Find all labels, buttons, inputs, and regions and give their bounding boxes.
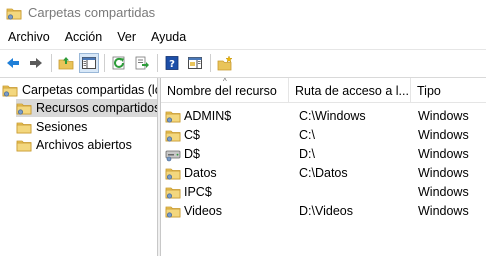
toolbar-separator: [210, 54, 211, 72]
up-one-level-button[interactable]: [56, 53, 76, 73]
column-header-ruta[interactable]: Ruta de acceso a l...: [289, 78, 411, 103]
tree-item-sesiones[interactable]: Sesiones: [16, 118, 87, 136]
shared-folder-icon: [165, 184, 181, 200]
show-hide-console-tree-icon: [81, 55, 97, 71]
toolbar-separator: [51, 54, 52, 72]
share-type: Windows: [418, 184, 469, 199]
share-name: Datos: [184, 165, 217, 180]
help-button[interactable]: ?: [162, 53, 182, 73]
menu-bar: Archivo Acción Ver Ayuda: [0, 26, 486, 48]
share-type: Windows: [418, 146, 469, 161]
new-share-button[interactable]: [215, 53, 235, 73]
toolbar: ?: [0, 49, 486, 76]
share-name: C$: [184, 127, 200, 142]
menu-ver[interactable]: Ver: [111, 30, 142, 44]
list-row[interactable]: C$ C:\ Windows: [161, 125, 486, 144]
tree-item-label: Carpetas compartidas (lo: [22, 83, 157, 97]
column-header-label: Tipo: [417, 83, 441, 98]
column-header-nombre[interactable]: ^ Nombre del recurso: [161, 78, 289, 103]
content-area: Carpetas compartidas (lo Recursos compar…: [0, 77, 486, 256]
list-row[interactable]: IPC$ Windows: [161, 182, 486, 201]
menu-ayuda[interactable]: Ayuda: [145, 30, 192, 44]
shared-folders-icon: [2, 82, 18, 98]
back-arrow-icon: [5, 55, 21, 71]
back-button[interactable]: [3, 53, 23, 73]
tree-item-root[interactable]: Carpetas compartidas (lo: [2, 81, 157, 99]
shared-folder-icon: [16, 100, 32, 116]
tree-item-label: Archivos abiertos: [36, 138, 132, 152]
toolbar-separator: [104, 54, 105, 72]
show-hide-action-pane-icon: [187, 55, 203, 71]
help-icon: ?: [164, 55, 180, 71]
share-type: Windows: [418, 165, 469, 180]
toolbar-separator: [157, 54, 158, 72]
column-header-tipo[interactable]: Tipo: [411, 78, 486, 103]
share-name: ADMIN$: [184, 108, 232, 123]
share-path: D:\Videos: [299, 203, 353, 218]
tree-item-recursos-compartidos[interactable]: Recursos compartidos: [16, 99, 157, 117]
share-path: D:\: [299, 146, 315, 161]
shared-folder-icon: [165, 203, 181, 219]
list-row[interactable]: Videos D:\Videos Windows: [161, 201, 486, 220]
share-name: Videos: [184, 203, 222, 218]
share-type: Windows: [418, 203, 469, 218]
tree-item-label: Recursos compartidos: [36, 101, 157, 115]
refresh-button[interactable]: [109, 53, 129, 73]
sort-ascending-icon: ^: [223, 78, 227, 86]
window-title: Carpetas compartidas: [28, 5, 156, 20]
new-share-icon: [217, 55, 233, 71]
list-header: ^ Nombre del recurso Ruta de acceso a l.…: [161, 78, 486, 103]
share-name: IPC$: [184, 184, 212, 199]
share-name: D$: [184, 146, 200, 161]
list-row[interactable]: Datos C:\Datos Windows: [161, 163, 486, 182]
export-list-button[interactable]: [132, 53, 152, 73]
shared-folders-app-icon: [6, 5, 22, 21]
svg-text:?: ?: [169, 59, 175, 70]
column-header-label: Nombre del recurso: [167, 83, 277, 98]
shared-folder-icon: [165, 165, 181, 181]
title-bar: Carpetas compartidas: [0, 0, 486, 25]
list-row[interactable]: ADMIN$ C:\Windows Windows: [161, 106, 486, 125]
shared-folder-icon: [165, 127, 181, 143]
share-list: ^ Nombre del recurso Ruta de acceso a l.…: [161, 78, 486, 256]
show-hide-console-tree-button[interactable]: [79, 53, 99, 73]
share-path: C:\Windows: [299, 108, 366, 123]
share-path: C:\: [299, 127, 315, 142]
tree-item-label: Sesiones: [36, 120, 88, 134]
shared-folder-icon: [16, 137, 32, 153]
show-hide-action-pane-button[interactable]: [185, 53, 205, 73]
shared-folder-icon: [165, 108, 181, 124]
forward-button[interactable]: [26, 53, 46, 73]
share-path: C:\Datos: [299, 165, 348, 180]
export-list-icon: [134, 55, 150, 71]
share-type: Windows: [418, 108, 469, 123]
column-header-label: Ruta de acceso a l...: [295, 83, 409, 98]
tree-item-archivos-abiertos[interactable]: Archivos abiertos: [16, 136, 132, 154]
list-row[interactable]: D$ D:\ Windows: [161, 144, 486, 163]
shared-drive-icon: [165, 146, 181, 162]
share-type: Windows: [418, 127, 469, 142]
up-folder-icon: [58, 55, 74, 71]
console-tree: Carpetas compartidas (lo Recursos compar…: [0, 78, 157, 256]
menu-archivo[interactable]: Archivo: [2, 30, 56, 44]
refresh-icon: [111, 55, 127, 71]
shared-folder-icon: [16, 119, 32, 135]
menu-accion[interactable]: Acción: [59, 30, 109, 44]
forward-arrow-icon: [28, 55, 44, 71]
